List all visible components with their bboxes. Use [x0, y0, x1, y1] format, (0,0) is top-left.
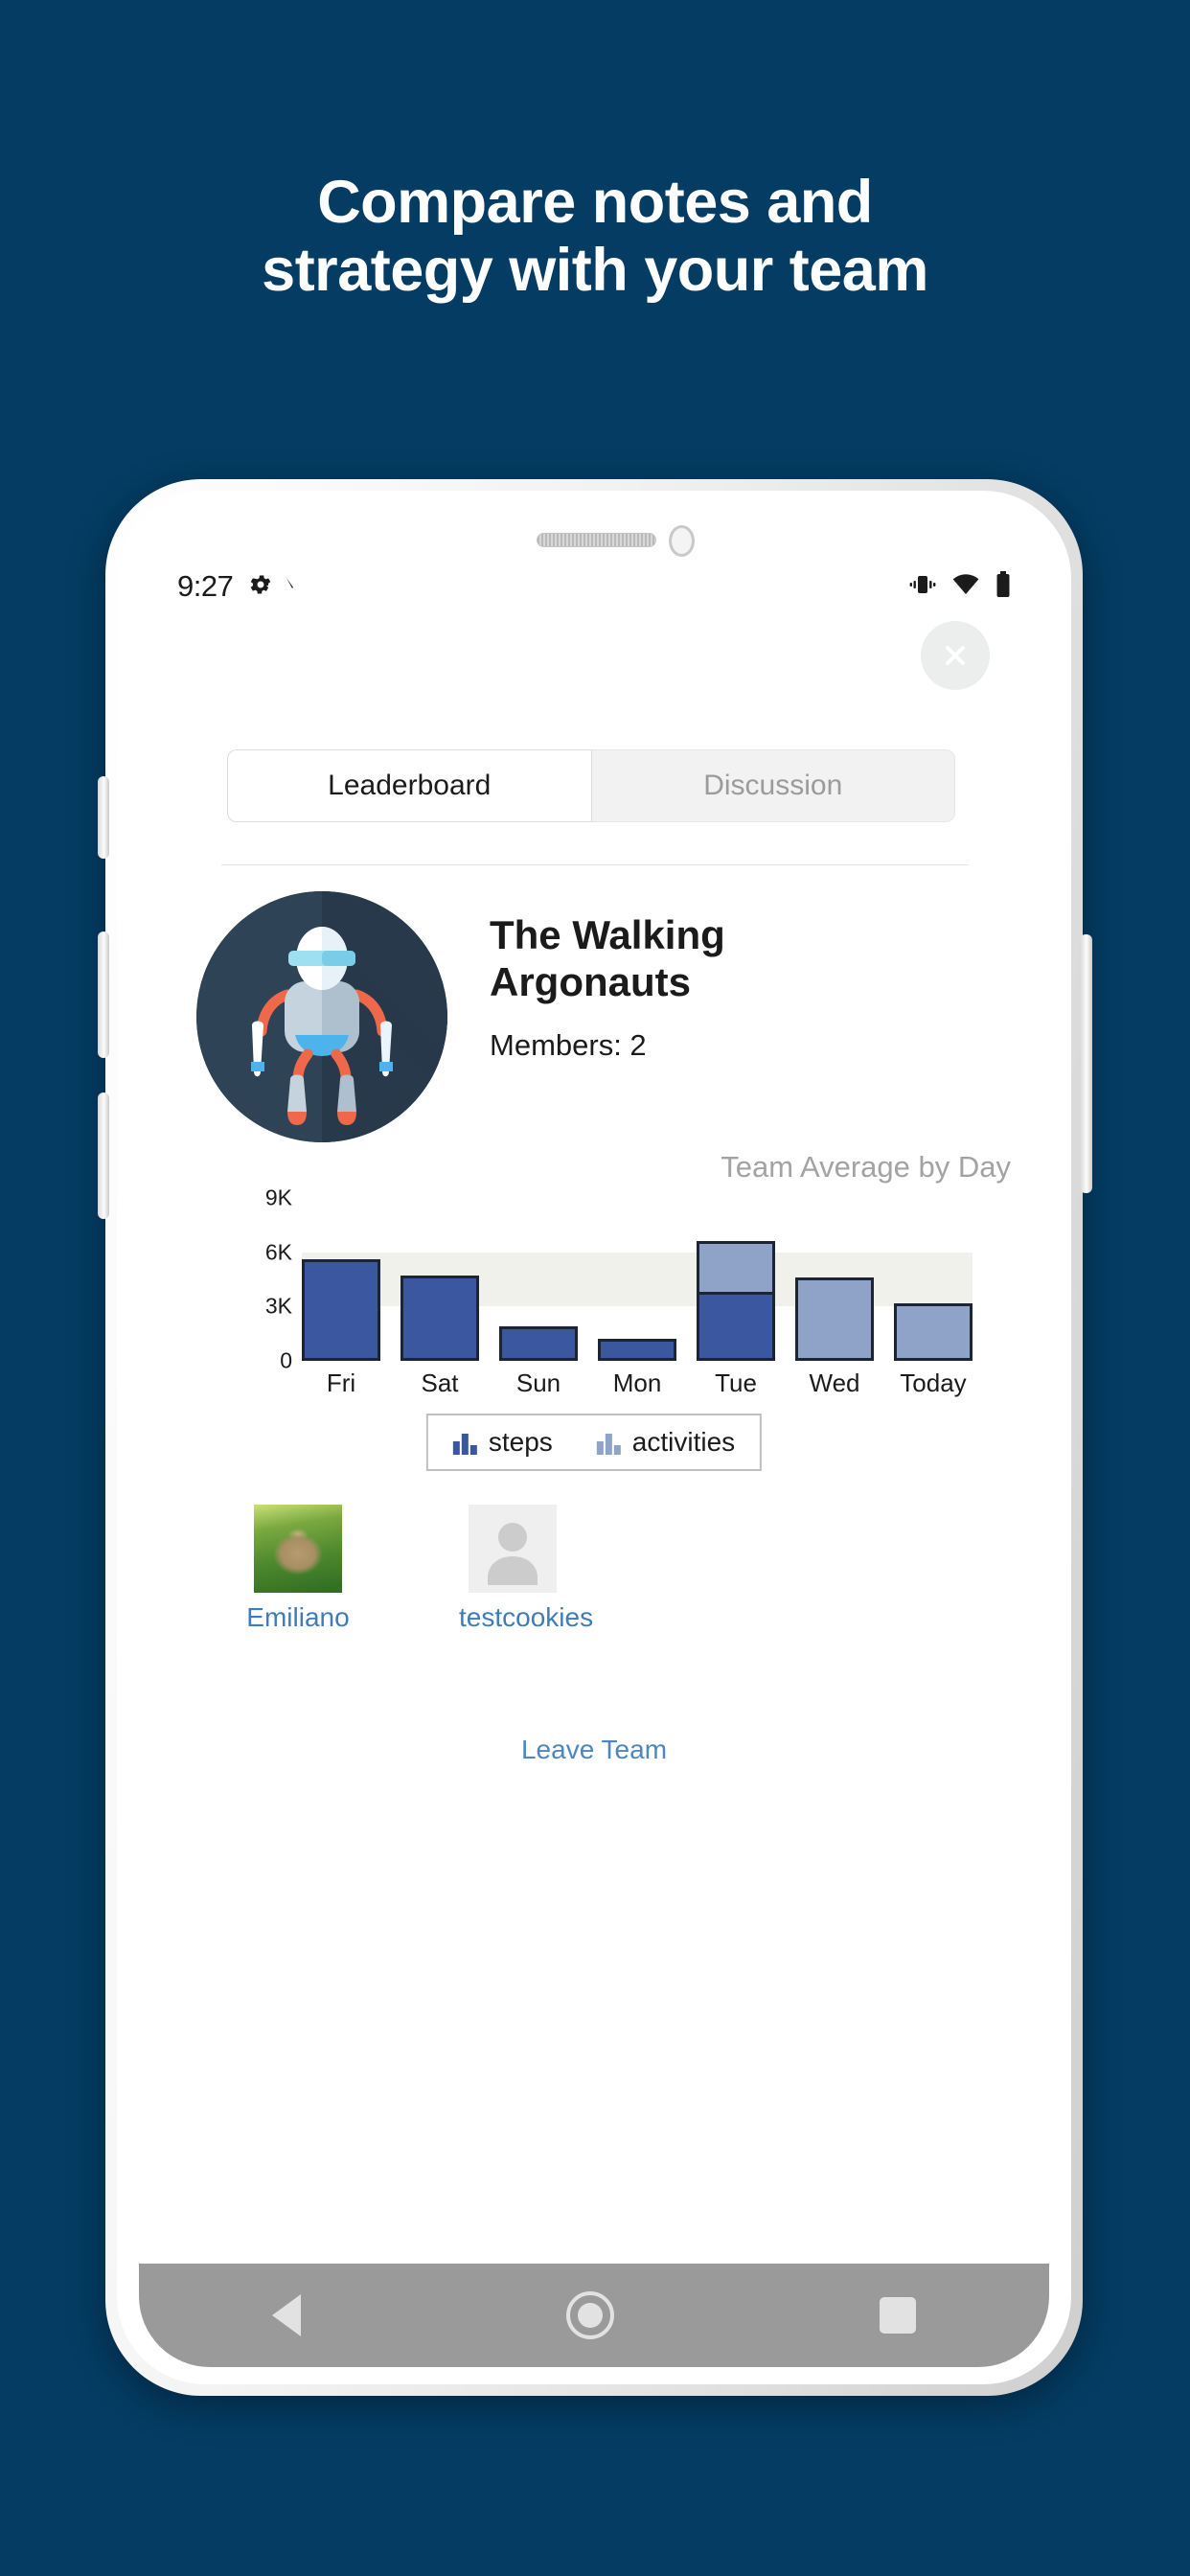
back-triangle-icon[interactable] [271, 2294, 301, 2336]
chart-x-tick: Tue [715, 1368, 757, 1397]
legend-item-steps[interactable]: steps [452, 1427, 553, 1458]
chart-legend: steps activities [425, 1414, 763, 1471]
team-member-count: Members: 2 [490, 1028, 647, 1063]
tab-leaderboard-label: Leaderboard [328, 770, 492, 801]
legend-item-activities[interactable]: activities [596, 1427, 736, 1458]
team-name-line-1: The Walking [490, 912, 725, 957]
headline-line-1: Compare notes and [317, 169, 873, 236]
chart-bar-segment-steps [598, 1339, 676, 1361]
member-list: Emiliano testcookies [244, 1505, 594, 1633]
phone-mockup: 9:27 Leaderboard Discussion The Walking … [72, 479, 1116, 2396]
vibrate-icon [909, 572, 936, 602]
recents-square-icon[interactable] [880, 2297, 917, 2334]
member-avatar-photo [254, 1505, 342, 1593]
chart-bar-segment-activities [894, 1302, 973, 1361]
status-bar: 9:27 [139, 564, 1049, 610]
bar-chart-icon [452, 1430, 477, 1455]
chart-bar-column[interactable] [894, 1198, 973, 1361]
legend-label: activities [631, 1427, 736, 1457]
chart-y-tick: 0 [280, 1347, 292, 1373]
phone-button-left-top[interactable] [98, 776, 109, 859]
gear-icon [248, 572, 273, 602]
status-bar-system-icons [909, 570, 1011, 603]
chart-bar-segment-steps [400, 1276, 479, 1361]
close-button[interactable] [921, 621, 990, 690]
chart-x-tick: Fri [326, 1368, 356, 1397]
team-name: The Walking Argonauts [490, 912, 806, 1005]
chart-y-tick: 6K [264, 1239, 292, 1265]
tab-discussion-label: Discussion [703, 770, 843, 801]
close-icon [946, 646, 965, 665]
team-average-chart: 0 3K 6K 9K Fri Sat Sun Mon Tue Wed Today [139, 1185, 1049, 1418]
chart-bar-column[interactable] [302, 1198, 380, 1361]
headline-line-2: strategy with your team [262, 236, 928, 304]
front-camera [669, 525, 695, 557]
chart-x-tick: Sat [421, 1368, 459, 1397]
team-header: The Walking Argonauts Members: 2 [196, 891, 992, 1150]
chart-x-axis-labels: Fri Sat Sun Mon Tue Wed Today [302, 1368, 973, 1398]
promo-headline: Compare notes and strategy with your tea… [0, 169, 1190, 304]
battery-icon [995, 570, 1011, 603]
chart-bar-segment-steps [499, 1326, 578, 1361]
earpiece-speaker [537, 533, 656, 547]
phone-button-volume-up[interactable] [98, 932, 109, 1058]
android-nav-bar [139, 2264, 1049, 2367]
wifi-icon [951, 572, 980, 602]
person-placeholder-icon [488, 1523, 538, 1585]
small-caret-icon [285, 575, 298, 599]
header-divider [221, 864, 969, 865]
member-name: Emiliano [246, 1602, 350, 1632]
chart-bar-segment-activities [697, 1241, 775, 1293]
team-avatar [196, 891, 447, 1142]
chart-bar-column[interactable] [697, 1198, 775, 1361]
bar-chart-icon [596, 1430, 621, 1455]
team-name-line-2: Argonauts [490, 958, 691, 1004]
chart-bar-column[interactable] [598, 1198, 676, 1361]
member-name: testcookies [459, 1602, 594, 1632]
team-meta: The Walking Argonauts Members: 2 [490, 891, 806, 1063]
tab-discussion[interactable]: Discussion [591, 749, 955, 822]
leave-team-link[interactable]: Leave Team [139, 1735, 1049, 1765]
chart-x-tick: Today [900, 1368, 967, 1397]
phone-button-volume-down[interactable] [98, 1092, 109, 1219]
member-item-testcookies[interactable]: testcookies [459, 1505, 594, 1633]
chart-y-tick: 9K [264, 1184, 292, 1210]
chart-x-tick: Mon [612, 1368, 662, 1397]
chart-title: Team Average by Day [721, 1150, 1011, 1184]
legend-label: steps [488, 1427, 553, 1457]
member-avatar-placeholder [469, 1505, 557, 1593]
chart-bar-segment-steps [697, 1292, 775, 1361]
chart-x-tick: Wed [809, 1368, 860, 1397]
chart-bar-column[interactable] [400, 1198, 479, 1361]
chart-bar-segment-activities [795, 1277, 874, 1361]
chart-y-tick: 3K [264, 1293, 292, 1319]
chart-bar-column[interactable] [795, 1198, 874, 1361]
status-bar-notification-icons [248, 572, 298, 602]
phone-button-power[interactable] [1080, 934, 1092, 1193]
home-circle-icon[interactable] [565, 2291, 614, 2339]
chart-bar-column[interactable] [499, 1198, 578, 1361]
member-item-emiliano[interactable]: Emiliano [244, 1505, 352, 1633]
tab-leaderboard[interactable]: Leaderboard [227, 749, 592, 822]
chart-bars [302, 1198, 973, 1361]
chart-bar-segment-steps [302, 1259, 380, 1361]
chart-x-tick: Sun [515, 1368, 561, 1397]
phone-screen: 9:27 Leaderboard Discussion The Walking … [139, 508, 1049, 2367]
robot-avatar-icon [196, 891, 447, 1142]
tab-bar: Leaderboard Discussion [227, 749, 955, 822]
status-bar-clock: 9:27 [177, 569, 234, 603]
chart-plot-area [302, 1198, 973, 1361]
chart-y-axis: 0 3K 6K 9K [244, 1185, 292, 1373]
